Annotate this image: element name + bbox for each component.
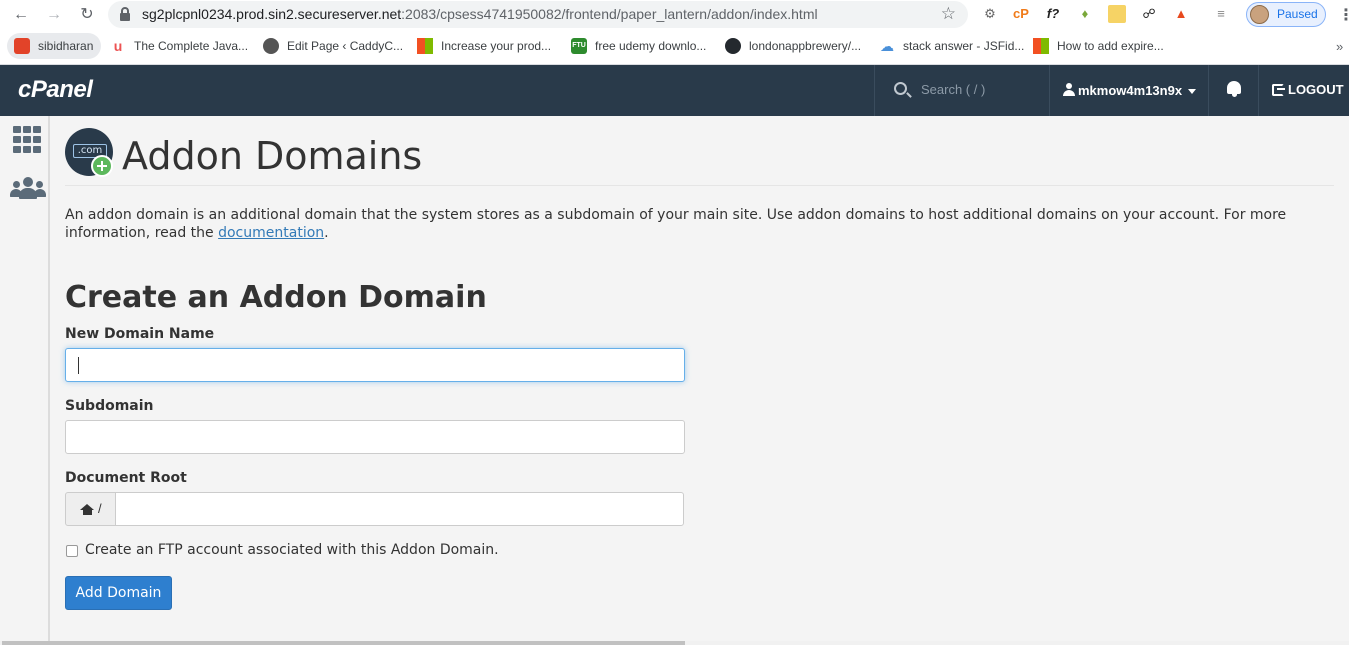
horizontal-scrollbar[interactable] [0, 641, 1349, 645]
addon-domain-icon: .com [65, 128, 113, 177]
profile-status-label: Paused [1277, 7, 1318, 21]
logout-button[interactable]: LOGOUT [1258, 65, 1349, 116]
subdomain-input[interactable] [65, 420, 685, 454]
new-domain-label: New Domain Name [65, 326, 215, 342]
bookmark-label: sibidharan [38, 39, 94, 53]
bookmark-label: The Complete Java... [134, 39, 249, 53]
search-icon [894, 82, 907, 95]
forward-icon[interactable]: → [43, 4, 65, 26]
documentation-link[interactable]: documentation [218, 225, 324, 241]
left-sidebar [0, 116, 50, 645]
text-cursor [78, 357, 79, 374]
chevron-down-icon [1188, 89, 1196, 94]
document-root-slash: / [98, 501, 102, 516]
user-menu[interactable]: mkmow4m13n9x [1049, 65, 1208, 116]
extension-note-icon[interactable] [1108, 5, 1126, 23]
cpanel-topbar: cPanel Search ( / ) mkmow4m13n9x LOGOUT [0, 65, 1349, 116]
extension-link-icon[interactable]: ☍ [1140, 5, 1158, 23]
new-domain-input[interactable] [65, 348, 685, 382]
document-root-prefix: / [65, 492, 116, 526]
wordpress-icon [263, 38, 279, 54]
browser-menu-icon[interactable]: ⋮ [1338, 5, 1349, 25]
extension-gear-icon[interactable]: ⚙ [981, 5, 999, 23]
bookmark-item[interactable]: sibidharan [7, 33, 101, 59]
bookmark-label: How to add expire... [1057, 39, 1164, 53]
search-input[interactable]: Search ( / ) [874, 65, 1049, 116]
microsoft-icon [417, 38, 433, 54]
extension-function-icon[interactable]: f? [1044, 5, 1062, 23]
browser-chrome: ← → ↻ sg2plcpnl0234.prod.sin2.secureserv… [0, 0, 1349, 65]
lock-icon[interactable] [120, 7, 130, 21]
reload-icon[interactable]: ↻ [76, 4, 98, 26]
logout-label: LOGOUT [1288, 82, 1344, 97]
home-grid-icon[interactable] [13, 126, 42, 153]
gitlab-icon [14, 38, 30, 54]
document-root-group: / [65, 492, 684, 526]
title-divider [65, 185, 1334, 186]
bookmark-label: Edit Page ‹ CaddyC... [287, 39, 404, 53]
document-root-label: Document Root [65, 470, 187, 486]
intro-paragraph: An addon domain is an additional domain … [65, 206, 1335, 242]
plus-icon [91, 155, 113, 177]
document-root-input[interactable] [115, 492, 684, 526]
users-icon[interactable] [10, 176, 46, 200]
url-path: :2083/cpsess4741950082/frontend/paper_la… [401, 6, 818, 22]
extension-cpanel-icon[interactable]: cP [1012, 5, 1030, 23]
extension-fire-icon[interactable]: ▲ [1172, 5, 1190, 23]
jsfiddle-icon: ☁ [880, 38, 894, 54]
microsoft-icon [1033, 38, 1049, 54]
logout-icon [1272, 84, 1285, 96]
ftp-account-checkbox[interactable] [66, 545, 78, 557]
bookmark-label: free udemy downlo... [595, 39, 707, 53]
user-icon [1063, 83, 1075, 97]
extension-diamond-icon[interactable]: ♦ [1076, 5, 1094, 23]
profile-paused-chip[interactable]: Paused [1246, 2, 1326, 27]
home-icon [80, 504, 94, 515]
bookmark-label: Increase your prod... [441, 39, 552, 53]
notifications-button[interactable] [1208, 65, 1258, 116]
subdomain-label: Subdomain [65, 398, 154, 414]
bookmark-label: londonappbrewery/... [749, 39, 862, 53]
github-icon [725, 38, 741, 54]
intro-end: . [324, 225, 329, 241]
cpanel-logo[interactable]: cPanel [18, 76, 93, 104]
bell-clapper [1232, 94, 1237, 97]
url-text[interactable]: sg2plcpnl0234.prod.sin2.secureserver.net… [142, 6, 818, 22]
username: mkmow4m13n9x [1078, 83, 1183, 98]
bookmarks-overflow-icon[interactable]: » [1336, 39, 1343, 54]
ftu-icon: FTU [571, 38, 587, 54]
search-placeholder: Search ( / ) [921, 82, 986, 97]
ftp-account-label[interactable]: Create an FTP account associated with th… [85, 542, 499, 558]
address-bar[interactable]: sg2plcpnl0234.prod.sin2.secureserver.net… [108, 1, 968, 28]
bookmarks-bar: sibidharan u The Complete Java... Edit P… [0, 33, 1349, 59]
bookmark-label: stack answer - JSFid... [903, 39, 1025, 53]
scrollbar-thumb[interactable] [2, 641, 685, 645]
profile-avatar [1250, 5, 1269, 24]
page-title: Addon Domains [122, 134, 423, 178]
url-host: sg2plcpnl0234.prod.sin2.secureserver.net [142, 6, 402, 22]
add-domain-button[interactable]: Add Domain [65, 576, 172, 610]
udemy-icon: u [113, 38, 123, 54]
section-title: Create an Addon Domain [65, 280, 487, 315]
reading-list-icon[interactable]: ≡ [1212, 5, 1230, 23]
main-content: .com Addon Domains An addon domain is an… [50, 116, 1349, 641]
back-icon[interactable]: ← [10, 4, 32, 26]
bookmark-star-icon[interactable]: ☆ [941, 4, 956, 24]
browser-toolbar: ← → ↻ sg2plcpnl0234.prod.sin2.secureserv… [0, 0, 1349, 30]
bell-icon [1227, 81, 1241, 94]
